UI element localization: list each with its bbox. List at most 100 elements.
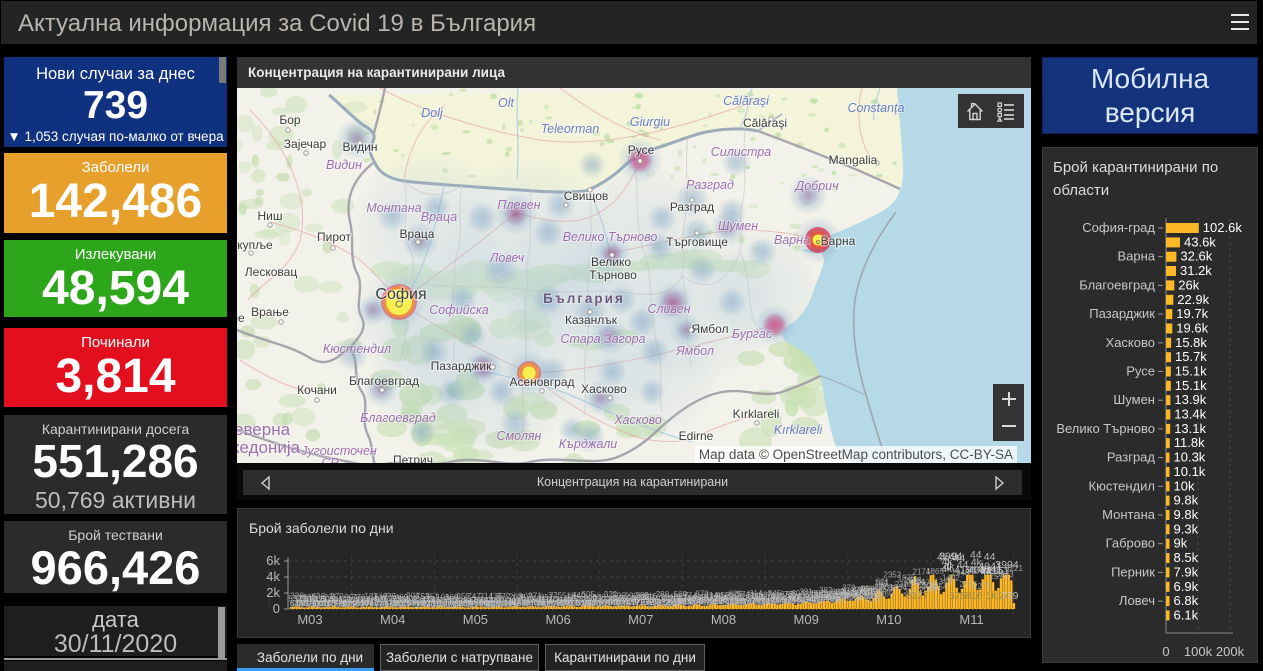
svg-text:Софийска: Софийска — [429, 303, 488, 317]
svg-text:Кърджали: Кърджали — [559, 437, 617, 451]
svg-text:Зајечар: Зајечар — [284, 137, 327, 151]
svg-text:M07: M07 — [628, 612, 653, 627]
svg-text:6.9k: 6.9k — [1174, 579, 1199, 594]
svg-text:Хасково: Хасково — [613, 413, 662, 427]
svg-text:9.3k: 9.3k — [1174, 521, 1199, 536]
svg-text:1k: 1k — [986, 591, 998, 602]
svg-text:Враца: Враца — [400, 227, 435, 241]
svg-text:Ниш: Ниш — [258, 209, 283, 223]
svg-text:Giurgiu: Giurgiu — [630, 115, 670, 129]
svg-text:Плевен: Плевен — [497, 198, 540, 212]
svg-text:Монтана: Монтана — [1102, 507, 1156, 522]
svg-text:15.8k: 15.8k — [1175, 335, 1207, 350]
svg-text:Враца: Враца — [421, 210, 458, 224]
svg-text:13.1k: 13.1k — [1174, 421, 1206, 436]
svg-text:Габрово: Габрово — [1106, 536, 1155, 551]
svg-text:Teleorman: Teleorman — [541, 122, 600, 136]
svg-text:4k: 4k — [941, 563, 953, 575]
svg-text:кедонија: кедонија — [237, 438, 301, 457]
svg-text:10.3k: 10.3k — [1174, 450, 1206, 465]
svg-text:31.2k: 31.2k — [1180, 263, 1212, 278]
svg-text:22.9k: 22.9k — [1177, 292, 1209, 307]
svg-text:Mangalia: Mangalia — [829, 153, 878, 167]
svg-text:Ямбол: Ямбол — [675, 344, 714, 358]
svg-text:9.8k: 9.8k — [1174, 507, 1199, 522]
svg-text:M10: M10 — [876, 612, 901, 627]
svg-text:3994: 3994 — [939, 551, 963, 563]
svg-text:0: 0 — [273, 601, 280, 616]
svg-text:Видин: Видин — [342, 140, 377, 154]
svg-text:Търговище: Търговище — [666, 235, 728, 249]
svg-text:200k: 200k — [1216, 644, 1245, 659]
svg-text:Русе: Русе — [1126, 364, 1155, 379]
svg-text:2k: 2k — [266, 585, 280, 600]
svg-text:11.8k: 11.8k — [1174, 435, 1205, 450]
svg-text:Разград: Разград — [670, 200, 714, 214]
svg-text:15.7k: 15.7k — [1175, 349, 1207, 364]
svg-text:Пирот: Пирот — [317, 230, 351, 244]
svg-text:7.9k: 7.9k — [1174, 564, 1199, 579]
svg-text:Благоевград: Благоевград — [349, 374, 419, 388]
svg-text:Călăraşi: Călăraşi — [723, 94, 770, 108]
svg-text:купље: купље — [237, 238, 273, 252]
svg-text:Монтана: Монтана — [366, 201, 421, 215]
svg-text:19.6k: 19.6k — [1176, 321, 1208, 336]
svg-text:Dolj: Dolj — [421, 106, 444, 120]
svg-text:Лесковац: Лесковац — [245, 265, 298, 279]
svg-text:102.6k: 102.6k — [1203, 220, 1243, 235]
svg-text:Смолян: Смолян — [497, 429, 542, 443]
svg-text:10k: 10k — [1174, 478, 1195, 493]
svg-text:M03: M03 — [297, 612, 322, 627]
svg-text:M09: M09 — [794, 612, 819, 627]
svg-text:M06: M06 — [545, 612, 570, 627]
svg-text:Свищов: Свищов — [564, 189, 609, 203]
svg-text:Edirne: Edirne — [679, 429, 714, 443]
svg-text:Разград: Разград — [686, 178, 734, 192]
svg-text:Петрич: Петрич — [393, 453, 433, 463]
svg-text:је: је — [237, 311, 245, 325]
svg-text:M11: M11 — [959, 612, 983, 627]
svg-text:15.1k: 15.1k — [1175, 364, 1207, 379]
svg-text:Благоевград: Благоевград — [360, 411, 436, 425]
svg-text:еверна: еверна — [237, 420, 291, 439]
svg-text:Силистра: Силистра — [711, 145, 771, 159]
svg-text:9.8k: 9.8k — [1174, 493, 1199, 508]
svg-text:8.5k: 8.5k — [1174, 550, 1199, 565]
svg-text:Кюстендил: Кюстендил — [323, 342, 391, 356]
svg-text:15.1k: 15.1k — [1175, 378, 1207, 393]
svg-text:44: 44 — [970, 549, 982, 561]
svg-text:София-град: София-град — [1082, 220, 1155, 235]
svg-text:Шумен: Шумен — [1113, 392, 1155, 407]
svg-text:Благоевград: Благоевград — [1079, 277, 1155, 292]
svg-text:Кочани: Кочани — [297, 383, 337, 397]
svg-text:Пазарджик: Пазарджик — [1089, 306, 1155, 321]
svg-text:Велико Търново: Велико Търново — [563, 230, 658, 244]
svg-text:Варна: Варна — [821, 234, 856, 248]
svg-text:10.1k: 10.1k — [1174, 464, 1206, 479]
svg-text:44: 44 — [984, 551, 996, 563]
svg-text:Сливен: Сливен — [647, 302, 690, 316]
svg-text:Olt: Olt — [498, 96, 515, 110]
svg-text:София: София — [375, 286, 426, 303]
svg-text:Хасково: Хасково — [1106, 335, 1155, 350]
svg-text:Кюстендил: Кюстендил — [1089, 478, 1155, 493]
svg-text:2271: 2271 — [973, 582, 991, 591]
svg-text:Бургас: Бургас — [732, 327, 773, 341]
svg-text:Ямбол: Ямбол — [691, 322, 728, 336]
svg-text:675816: 675816 — [949, 591, 983, 602]
svg-text:0: 0 — [1162, 644, 1169, 659]
svg-text:6.8k: 6.8k — [1174, 593, 1199, 608]
svg-text:Constanţa: Constanţa — [848, 101, 905, 115]
svg-text:M05: M05 — [463, 612, 488, 627]
svg-text:Асеновград: Асеновград — [509, 375, 574, 389]
svg-text:Călăraşi: Călăraşi — [743, 116, 787, 130]
svg-text:Казанлък: Казанлък — [565, 313, 618, 327]
svg-text:Варна: Варна — [1117, 249, 1155, 264]
svg-text:8327: 8327 — [906, 591, 929, 602]
svg-text:M08: M08 — [711, 612, 736, 627]
svg-text:Хасково: Хасково — [581, 382, 627, 396]
svg-text:3024: 3024 — [907, 577, 925, 586]
svg-text:Бор: Бор — [279, 113, 301, 127]
svg-text:6.1k: 6.1k — [1174, 607, 1199, 622]
svg-text:6k: 6k — [266, 553, 280, 568]
